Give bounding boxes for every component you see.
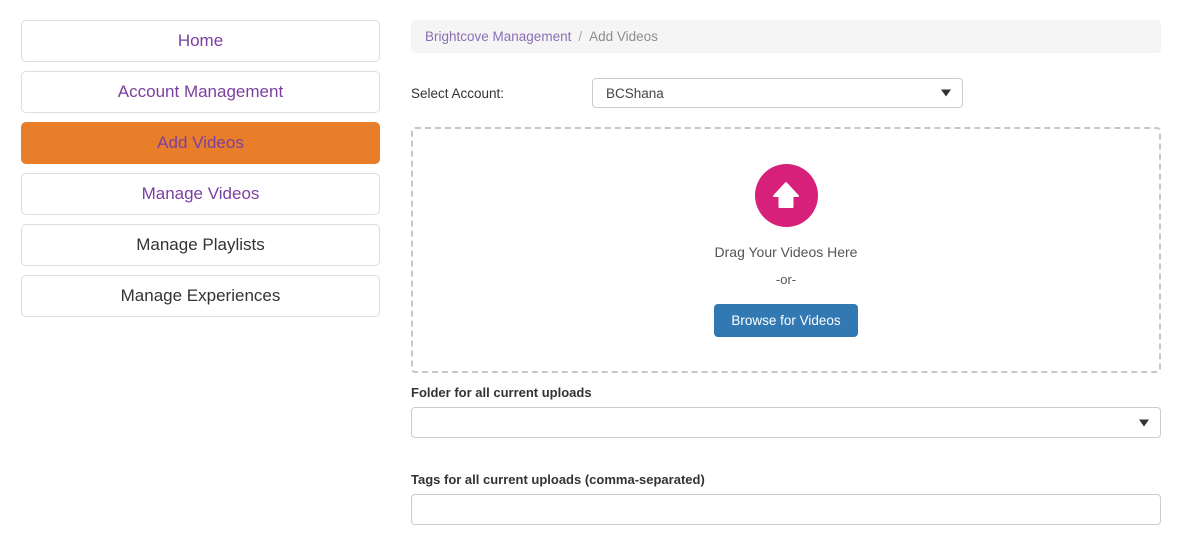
sidebar-item-label: Manage Videos bbox=[141, 184, 260, 203]
chevron-down-icon bbox=[1139, 419, 1149, 426]
sidebar-item-account-management[interactable]: Account Management bbox=[21, 71, 380, 113]
dropzone-drag-text: Drag Your Videos Here bbox=[714, 243, 858, 260]
sidebar-item-home[interactable]: Home bbox=[21, 20, 380, 62]
tags-field-label: Tags for all current uploads (comma-sepa… bbox=[411, 472, 705, 487]
sidebar-item-label: Home bbox=[177, 31, 224, 50]
browse-for-videos-button[interactable]: Browse for Videos bbox=[714, 303, 858, 337]
breadcrumb: Brightcove Management / Add Videos bbox=[411, 20, 1161, 53]
sidebar-item-add-videos[interactable]: Add Videos bbox=[21, 122, 380, 164]
sidebar-item-manage-playlists[interactable]: Manage Playlists bbox=[21, 224, 380, 266]
account-select[interactable]: BCShana bbox=[592, 78, 963, 108]
breadcrumb-current: Add Videos bbox=[589, 29, 658, 44]
add-videos-page: Home Account Management Add Videos Manag… bbox=[0, 0, 1183, 540]
sidebar-item-label: Add Videos bbox=[157, 133, 244, 152]
tags-input[interactable] bbox=[411, 494, 1161, 525]
field-spacer bbox=[411, 438, 1161, 460]
dropzone-or-text: -or- bbox=[775, 271, 797, 287]
chevron-down-icon bbox=[941, 89, 951, 97]
folder-select[interactable] bbox=[411, 407, 1161, 438]
folder-field: Folder for all current uploads bbox=[411, 385, 1161, 438]
sidebar-item-label: Manage Experiences bbox=[120, 286, 281, 305]
sidebar-item-label: Account Management bbox=[117, 82, 284, 101]
breadcrumb-separator: / bbox=[578, 29, 583, 44]
account-select-value: BCShana bbox=[606, 85, 664, 101]
sidebar-item-manage-experiences[interactable]: Manage Experiences bbox=[21, 275, 380, 317]
account-select-row: Select Account: BCShana bbox=[411, 78, 1161, 108]
account-select-label: Select Account: bbox=[411, 85, 505, 101]
folder-field-label: Folder for all current uploads bbox=[411, 385, 592, 400]
tags-field: Tags for all current uploads (comma-sepa… bbox=[411, 472, 1161, 525]
breadcrumb-root-link[interactable]: Brightcove Management bbox=[425, 29, 571, 44]
sidebar-item-manage-videos[interactable]: Manage Videos bbox=[21, 173, 380, 215]
main-content: Brightcove Management / Add Videos Selec… bbox=[411, 20, 1161, 540]
upload-arrow-icon bbox=[754, 163, 818, 227]
video-dropzone[interactable]: Drag Your Videos Here -or- Browse for Vi… bbox=[411, 127, 1161, 373]
sidebar-item-label: Manage Playlists bbox=[136, 235, 265, 254]
sidebar-nav: Home Account Management Add Videos Manag… bbox=[21, 20, 380, 326]
